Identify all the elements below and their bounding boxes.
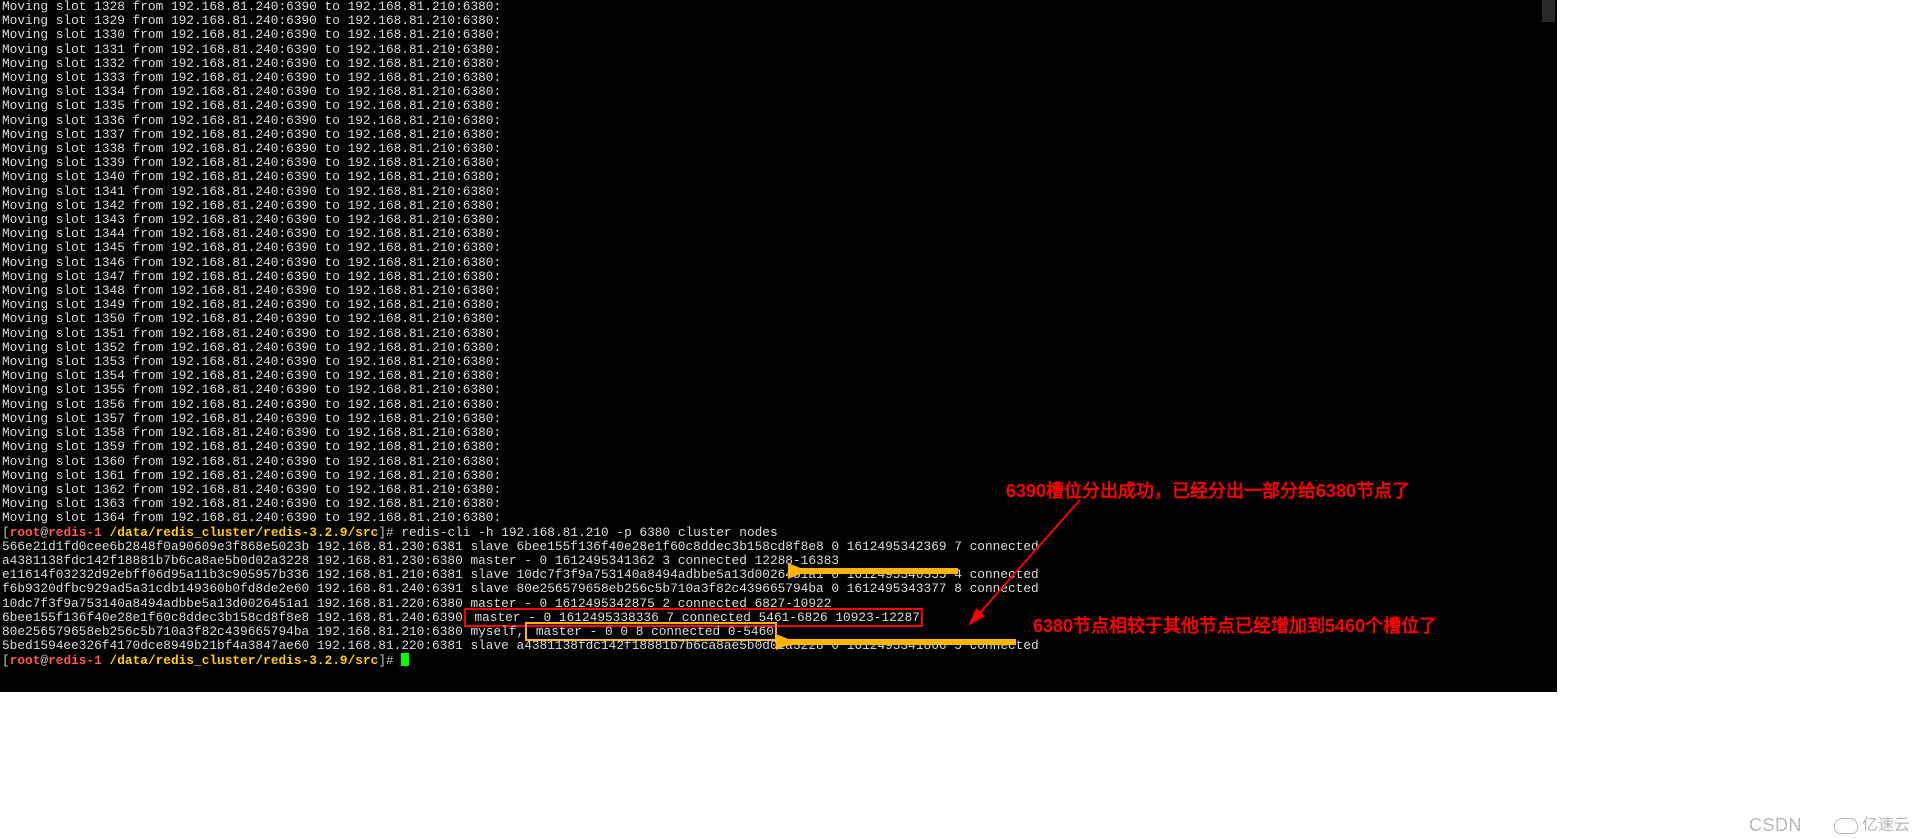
annotation-top: 6390槽位分出成功，已经分出一部分给6380节点了	[1006, 484, 1410, 498]
moving-slot-line: Moving slot 1358 from 192.168.81.240:639…	[2, 426, 1555, 440]
cloud-icon	[1834, 818, 1858, 834]
scrollbar-thumb[interactable]	[1542, 0, 1555, 22]
command-text: redis-cli -h 192.168.81.210 -p 6380 clus…	[394, 525, 778, 540]
prompt-line: [root@redis-1 /data/redis_cluster/redis-…	[2, 526, 1555, 540]
cluster-node-line: a4381138fdc142f18881b7b6ca8ae5b0d02a3228…	[2, 554, 1555, 568]
moving-slot-line: Moving slot 1357 from 192.168.81.240:639…	[2, 412, 1555, 426]
cursor-block	[401, 653, 409, 666]
moving-slot-line: Moving slot 1344 from 192.168.81.240:639…	[2, 227, 1555, 241]
moving-slot-line: Moving slot 1349 from 192.168.81.240:639…	[2, 298, 1555, 312]
moving-slot-line: Moving slot 1328 from 192.168.81.240:639…	[2, 0, 1555, 14]
moving-slot-line: Moving slot 1348 from 192.168.81.240:639…	[2, 284, 1555, 298]
moving-slot-line: Moving slot 1337 from 192.168.81.240:639…	[2, 128, 1555, 142]
watermark-yisu-text: 亿速云	[1862, 819, 1910, 833]
moving-slot-line: Moving slot 1354 from 192.168.81.240:639…	[2, 369, 1555, 383]
moving-slot-line: Moving slot 1355 from 192.168.81.240:639…	[2, 383, 1555, 397]
moving-slot-line: Moving slot 1335 from 192.168.81.240:639…	[2, 99, 1555, 113]
cluster-node-line: f6b9320dfbc929ad5a31cdb149360b0fd8de2e60…	[2, 582, 1555, 596]
cluster-node-line: e11614f03232d92ebff06d95a11b3c905957b336…	[2, 568, 1555, 582]
moving-slot-line: Moving slot 1340 from 192.168.81.240:639…	[2, 170, 1555, 184]
moving-slot-line: Moving slot 1341 from 192.168.81.240:639…	[2, 185, 1555, 199]
moving-slot-line: Moving slot 1342 from 192.168.81.240:639…	[2, 199, 1555, 213]
cluster-node-line: 566e21d1fd0cee6b2848f0a90609e3f868e5023b…	[2, 540, 1555, 554]
moving-slot-line: Moving slot 1338 from 192.168.81.240:639…	[2, 142, 1555, 156]
moving-slot-line: Moving slot 1352 from 192.168.81.240:639…	[2, 341, 1555, 355]
terminal-scrollbar[interactable]	[1540, 0, 1557, 692]
moving-slot-line: Moving slot 1350 from 192.168.81.240:639…	[2, 312, 1555, 326]
moving-slot-line: Moving slot 1339 from 192.168.81.240:639…	[2, 156, 1555, 170]
moving-slot-line: Moving slot 1356 from 192.168.81.240:639…	[2, 398, 1555, 412]
moving-slot-line: Moving slot 1359 from 192.168.81.240:639…	[2, 440, 1555, 454]
moving-slot-line: Moving slot 1334 from 192.168.81.240:639…	[2, 85, 1555, 99]
moving-slot-line: Moving slot 1364 from 192.168.81.240:639…	[2, 511, 1555, 525]
terminal-window[interactable]: Moving slot 1328 from 192.168.81.240:639…	[0, 0, 1557, 692]
moving-slot-line: Moving slot 1346 from 192.168.81.240:639…	[2, 256, 1555, 270]
moving-slot-line: Moving slot 1332 from 192.168.81.240:639…	[2, 57, 1555, 71]
moving-slot-line: Moving slot 1330 from 192.168.81.240:639…	[2, 28, 1555, 42]
watermark-yisu: 亿速云	[1834, 818, 1910, 834]
watermark-csdn: CSDN	[1749, 818, 1802, 832]
moving-slot-line: Moving slot 1336 from 192.168.81.240:639…	[2, 114, 1555, 128]
cluster-node-line: 5bed1594ee326f4170dce8949b21bf4a3847ae60…	[2, 639, 1555, 653]
moving-slot-line: Moving slot 1347 from 192.168.81.240:639…	[2, 270, 1555, 284]
moving-slot-line: Moving slot 1345 from 192.168.81.240:639…	[2, 241, 1555, 255]
moving-slot-line: Moving slot 1353 from 192.168.81.240:639…	[2, 355, 1555, 369]
annotation-bottom: 6380节点相较于其他节点已经增加到5460个槽位了	[1033, 619, 1437, 633]
moving-slot-line: Moving slot 1329 from 192.168.81.240:639…	[2, 14, 1555, 28]
moving-slot-line: Moving slot 1343 from 192.168.81.240:639…	[2, 213, 1555, 227]
moving-slot-line: Moving slot 1351 from 192.168.81.240:639…	[2, 327, 1555, 341]
moving-slot-line: Moving slot 1333 from 192.168.81.240:639…	[2, 71, 1555, 85]
moving-slot-line: Moving slot 1360 from 192.168.81.240:639…	[2, 455, 1555, 469]
moving-slot-line: Moving slot 1331 from 192.168.81.240:639…	[2, 43, 1555, 57]
prompt-line-cursor[interactable]: [root@redis-1 /data/redis_cluster/redis-…	[2, 653, 1555, 668]
